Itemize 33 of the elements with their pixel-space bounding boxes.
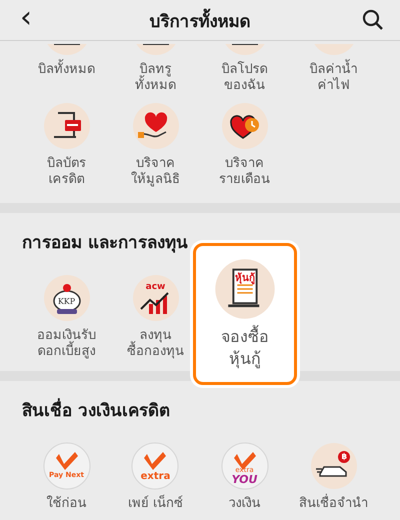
baht-sign: ฿ xyxy=(340,452,348,462)
back-button[interactable]: ‹ xyxy=(14,3,38,37)
service-tile[interactable]: บริจาค รายเดือน xyxy=(214,99,275,191)
section-title: สินเชื่อ วงเงินเครดิต xyxy=(22,399,378,423)
piggy-bank-icon xyxy=(42,274,90,322)
logo-text: extra xyxy=(140,470,172,482)
service-tile[interactable]: บริจาค ให้มูลนิธิ xyxy=(126,99,185,191)
service-tile[interactable]: บิลค่าน้ำ ค่าไฟ xyxy=(304,41,362,97)
service-tile[interactable]: บิลโปรด ของฉัน xyxy=(216,41,274,97)
document-icon xyxy=(214,258,276,320)
search-icon[interactable] xyxy=(362,9,384,31)
service-tile[interactable]: บิลบัตร เครดิต xyxy=(38,99,96,191)
service-tile[interactable]: บิลทั้งหมด xyxy=(33,41,100,81)
service-tile[interactable]: หุ้นกู้ จองซื้อ หุ้นกู้ xyxy=(193,243,297,385)
service-tile[interactable]: ฿ สินเชื่อจำนำ xyxy=(294,439,373,515)
service-tile[interactable]: acw ลงทุน ซื้อกองทุน xyxy=(122,271,189,363)
check-logo-icon xyxy=(131,442,180,490)
credit-card-bill-icon xyxy=(42,102,90,150)
car-icon xyxy=(310,442,358,490)
logo-text: acw xyxy=(144,282,166,292)
service-tile[interactable]: extra เพย์ เน็กซ์ xyxy=(122,439,188,515)
check-logo-icon xyxy=(42,442,90,490)
service-tile[interactable]: KKP ออมเงินรับ ดอกเบี้ยสูง xyxy=(32,271,101,363)
service-tile[interactable]: บิลทรู ทั้งหมด xyxy=(126,41,184,97)
section-title: การออม และการลงทุน xyxy=(22,232,189,255)
check-logo-icon xyxy=(220,442,268,490)
heart-clock-icon xyxy=(220,102,268,150)
logo-text: KKP xyxy=(56,297,76,306)
logo-text: หุ้นกู้ xyxy=(234,271,256,286)
growth-chart-icon xyxy=(132,274,180,322)
page-title: บริการทั้งหมด xyxy=(150,6,250,34)
logo-text: YOU xyxy=(230,474,258,486)
heart-in-hand-icon xyxy=(132,102,180,150)
